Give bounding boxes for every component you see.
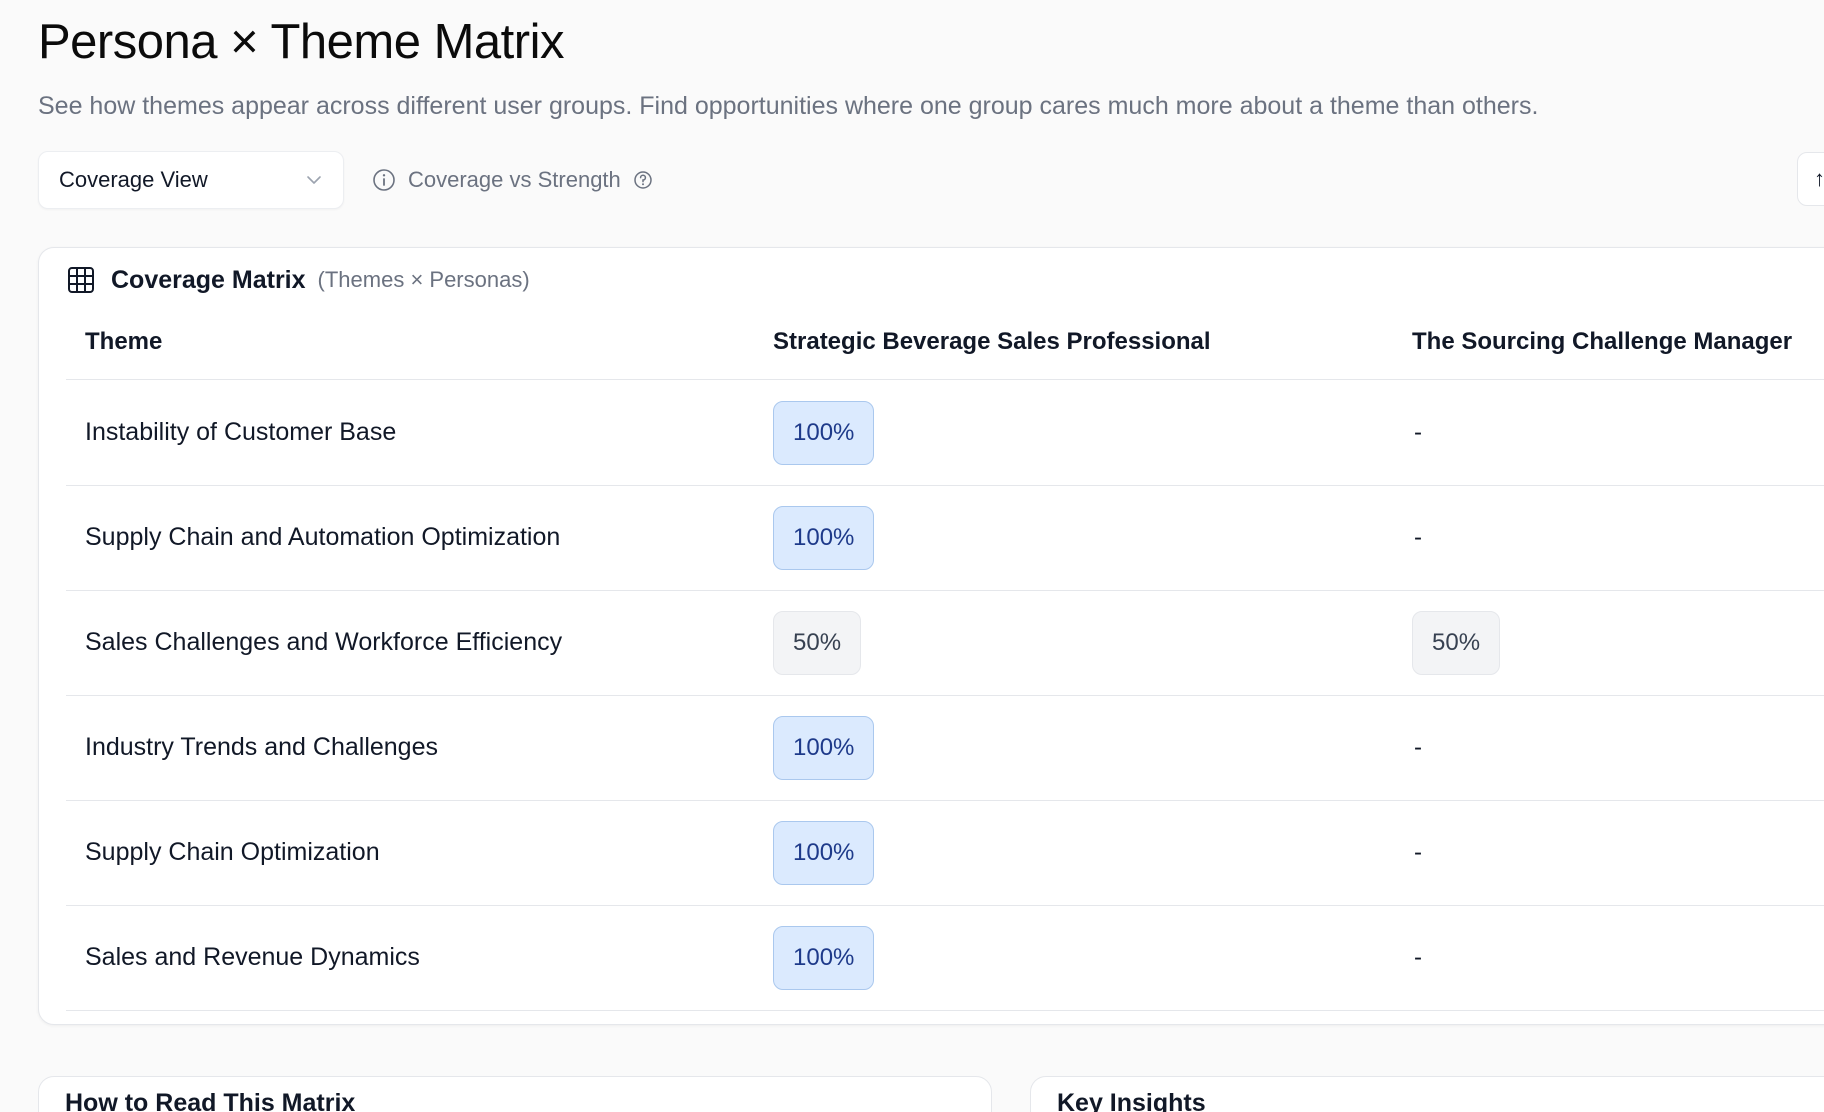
- page-title: Persona × Theme Matrix: [38, 15, 564, 69]
- column-header-theme[interactable]: Theme: [85, 328, 162, 356]
- coverage-badge[interactable]: 100%: [773, 400, 875, 465]
- coverage-badge[interactable]: 100%: [773, 820, 875, 885]
- coverage-cell-persona-1: 100%: [773, 800, 875, 905]
- coverage-cell-persona-2: -: [1412, 905, 1422, 1010]
- coverage-cell-persona-1: 100%: [773, 695, 875, 800]
- coverage-badge[interactable]: 50%: [1412, 610, 1501, 675]
- empty-value: -: [1414, 418, 1422, 446]
- view-select[interactable]: Coverage View: [38, 151, 344, 209]
- coverage-badge[interactable]: 100%: [773, 505, 875, 570]
- table-row: Supply Chain and Automation Optimization…: [66, 485, 1824, 591]
- theme-name: Sales and Revenue Dynamics: [85, 943, 420, 971]
- card-title: Coverage Matrix: [111, 265, 306, 294]
- key-insights-title: Key Insights: [1057, 1089, 1206, 1112]
- coverage-matrix-card: Coverage Matrix (Themes × Personas) Them…: [38, 247, 1824, 1025]
- coverage-badge[interactable]: 100%: [773, 925, 875, 990]
- table-row: Instability of Customer Base 100% -: [66, 380, 1824, 486]
- coverage-vs-strength-label: Coverage vs Strength: [408, 167, 621, 192]
- help-icon[interactable]: [633, 170, 653, 190]
- how-to-read-card: How to Read This Matrix: [38, 1076, 992, 1112]
- table-row: Sales Challenges and Workforce Efficienc…: [66, 590, 1824, 696]
- empty-value: -: [1414, 943, 1422, 971]
- coverage-cell-persona-1: 100%: [773, 905, 875, 1010]
- coverage-vs-strength-info: Coverage vs Strength: [372, 166, 653, 194]
- table-row: Supply Chain Optimization 100% -: [66, 800, 1824, 906]
- export-button-label: ↑: [1814, 166, 1824, 191]
- theme-name: Supply Chain Optimization: [85, 838, 380, 866]
- column-header-persona-2[interactable]: The Sourcing Challenge Manager: [1412, 328, 1792, 356]
- coverage-cell-persona-1: 100%: [773, 485, 875, 590]
- coverage-cell-persona-2: -: [1412, 380, 1422, 485]
- theme-name: Supply Chain and Automation Optimization: [85, 523, 561, 551]
- theme-name: Instability of Customer Base: [85, 418, 397, 446]
- column-header-persona-1[interactable]: Strategic Beverage Sales Professional: [773, 328, 1211, 356]
- theme-name: Sales Challenges and Workforce Efficienc…: [85, 628, 563, 656]
- view-select-value: Coverage View: [59, 167, 208, 192]
- coverage-cell-persona-1: 100%: [773, 380, 875, 485]
- card-subtitle: (Themes × Personas): [317, 267, 530, 292]
- card-header: Coverage Matrix (Themes × Personas): [67, 262, 530, 298]
- table-row: Industry Trends and Challenges 100% -: [66, 695, 1824, 801]
- empty-value: -: [1414, 523, 1422, 551]
- page: Persona × Theme Matrix See how themes ap…: [0, 0, 1824, 1112]
- empty-value: -: [1414, 838, 1422, 866]
- coverage-badge[interactable]: 100%: [773, 715, 875, 780]
- coverage-cell-persona-1: 50%: [773, 590, 862, 695]
- grid-icon: [68, 267, 94, 293]
- page-subtitle: See how themes appear across different u…: [38, 92, 1539, 120]
- export-button[interactable]: ↑: [1797, 152, 1824, 206]
- chevron-down-icon: [307, 176, 321, 184]
- theme-name: Industry Trends and Challenges: [85, 733, 438, 761]
- coverage-badge[interactable]: 50%: [773, 610, 862, 675]
- coverage-cell-persona-2: 50%: [1412, 590, 1501, 695]
- empty-value: -: [1414, 733, 1422, 761]
- coverage-cell-persona-2: -: [1412, 485, 1422, 590]
- table-row: Sales and Revenue Dynamics 100% -: [66, 905, 1824, 1011]
- how-to-read-title: How to Read This Matrix: [65, 1089, 356, 1112]
- coverage-cell-persona-2: -: [1412, 800, 1422, 905]
- info-icon: [373, 169, 395, 191]
- coverage-cell-persona-2: -: [1412, 695, 1422, 800]
- key-insights-card: Key Insights: [1030, 1076, 1824, 1112]
